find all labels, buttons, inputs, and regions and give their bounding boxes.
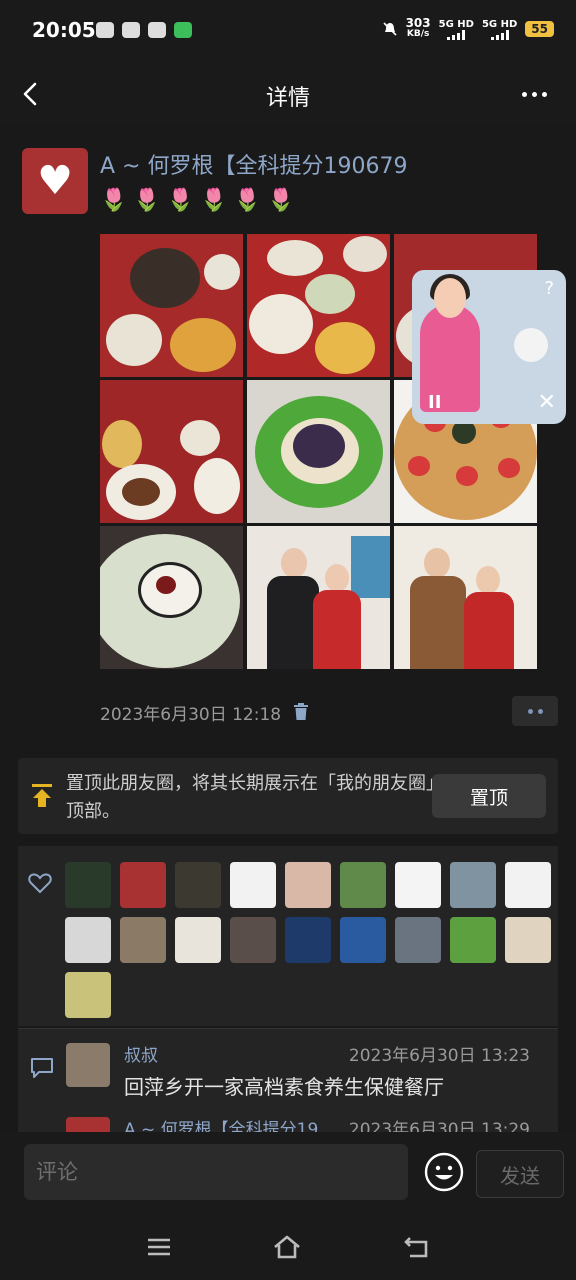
app-notification-icon [148,22,166,38]
menu-icon[interactable] [144,1232,174,1262]
send-button[interactable]: 发送 [476,1150,564,1198]
pin-button[interactable]: 置顶 [432,774,546,818]
net-label-2: 5G HD [481,18,518,30]
like-avatar-15[interactable] [340,917,386,963]
comment-text[interactable]: 回萍乡开一家高档素食养生保健餐厅 [124,1071,444,1100]
battery-icon: 55 [525,21,554,37]
home-icon[interactable] [272,1232,302,1262]
like-avatar-11[interactable] [120,917,166,963]
post-timestamp: 2023年6月30日 12:18 [100,704,282,725]
video-pip-window[interactable]: ? II ✕ [412,270,566,424]
like-avatar-16[interactable] [395,917,441,963]
status-bar: 20:05 303 KB/s 5G HD 5G HD 55 [0,0,576,62]
like-avatar-2[interactable] [120,862,166,908]
photo-chef-and-woman[interactable] [247,526,390,669]
comment-input[interactable] [24,1144,408,1200]
page-title: 详情 [265,86,310,111]
system-nav-bar [0,1216,576,1280]
trash-icon[interactable] [293,703,309,721]
like-avatar-19[interactable] [65,972,111,1018]
comment-time: 2023年6月30日 13:23 [348,1046,530,1066]
like-avatar-6[interactable] [340,862,386,908]
network-speed: 303 KB/s [405,16,431,40]
comment-avatar[interactable] [66,1043,110,1087]
likes-list [18,846,558,1026]
status-notification-icons [96,22,192,38]
net-label-1: 5G HD [438,18,474,30]
globe-icon [96,22,114,38]
photo-banquet-dishes-1[interactable] [100,234,243,377]
photo-couple-thumbs-up[interactable] [394,526,537,669]
presenter-head [434,278,466,318]
more-dots-icon[interactable] [522,84,554,104]
status-right: 303 KB/s 5G HD 5G HD 55 [382,16,554,40]
post-meta: 2023年6月30日 12:18 [100,700,309,725]
like-avatar-7[interactable] [395,862,441,908]
like-avatar-9[interactable] [505,862,551,908]
photo-calligraphy-plate[interactable] [100,526,243,669]
photo-green-plate-dish[interactable] [247,380,390,523]
comment-avatar[interactable] [66,1117,110,1133]
pip-sticker [514,328,548,362]
like-avatar-17[interactable] [450,917,496,963]
green-app-icon [174,22,192,38]
heart-icon: ♥ [37,158,73,204]
like-avatar-12[interactable] [175,917,221,963]
author-avatar[interactable]: ♥ [22,148,88,214]
back-icon[interactable] [402,1232,432,1262]
comment-bubble-icon [31,1058,53,1078]
like-avatar-5[interactable] [285,862,331,908]
comments-list: 叔叔 2023年6月30日 13:23 回萍乡开一家高档素食养生保健餐厅 A ~… [18,1028,558,1140]
speed-unit: KB/s [406,29,430,39]
photo-banquet-dishes-4[interactable] [100,380,243,523]
photo-banquet-dishes-2[interactable] [247,234,390,377]
like-avatar-1[interactable] [65,862,111,908]
like-avatar-3[interactable] [175,862,221,908]
like-avatar-4[interactable] [230,862,276,908]
comment-author[interactable]: 叔叔 [124,1041,158,1066]
like-comment-menu-button[interactable] [512,696,558,726]
pause-icon[interactable]: II [428,392,441,413]
pin-post-card: 置顶此朋友圈，将其长期展示在「我的朋友圈」顶部。 置顶 [18,758,558,834]
like-avatar-18[interactable] [505,917,551,963]
pin-to-top-icon [32,784,52,807]
signal-bars-icon [447,29,466,40]
pin-description: 置顶此朋友圈，将其长期展示在「我的朋友圈」顶部。 [66,773,435,822]
post-detail: ♥ A ~ 何罗根【全科提分190679 🌷🌷🌷🌷🌷🌷 2023年6月30日 1… [0,126,576,1140]
signal-bars-icon [490,29,509,40]
close-icon[interactable]: ✕ [538,390,556,415]
ear-icon[interactable]: ? [544,278,554,299]
nav-bar: 详情 [0,62,576,126]
like-avatar-14[interactable] [285,917,331,963]
like-avatar-10[interactable] [65,917,111,963]
mute-icon [383,22,397,36]
like-avatar-13[interactable] [230,917,276,963]
tulip-emoji-row: 🌷🌷🌷🌷🌷🌷 [100,188,301,213]
speed-value: 303 [405,16,431,30]
emoji-icon[interactable] [424,1152,464,1192]
author-name[interactable]: A ~ 何罗根【全科提分190679 [100,148,407,180]
signal-1: 5G HD [439,19,474,40]
heart-outline-icon [28,873,52,894]
wechat-icon [122,22,140,38]
like-avatar-8[interactable] [450,862,496,908]
signal-2: 5G HD [482,19,517,40]
status-time: 20:05 [32,18,96,42]
comment-input-bar: 发送 [0,1132,576,1216]
